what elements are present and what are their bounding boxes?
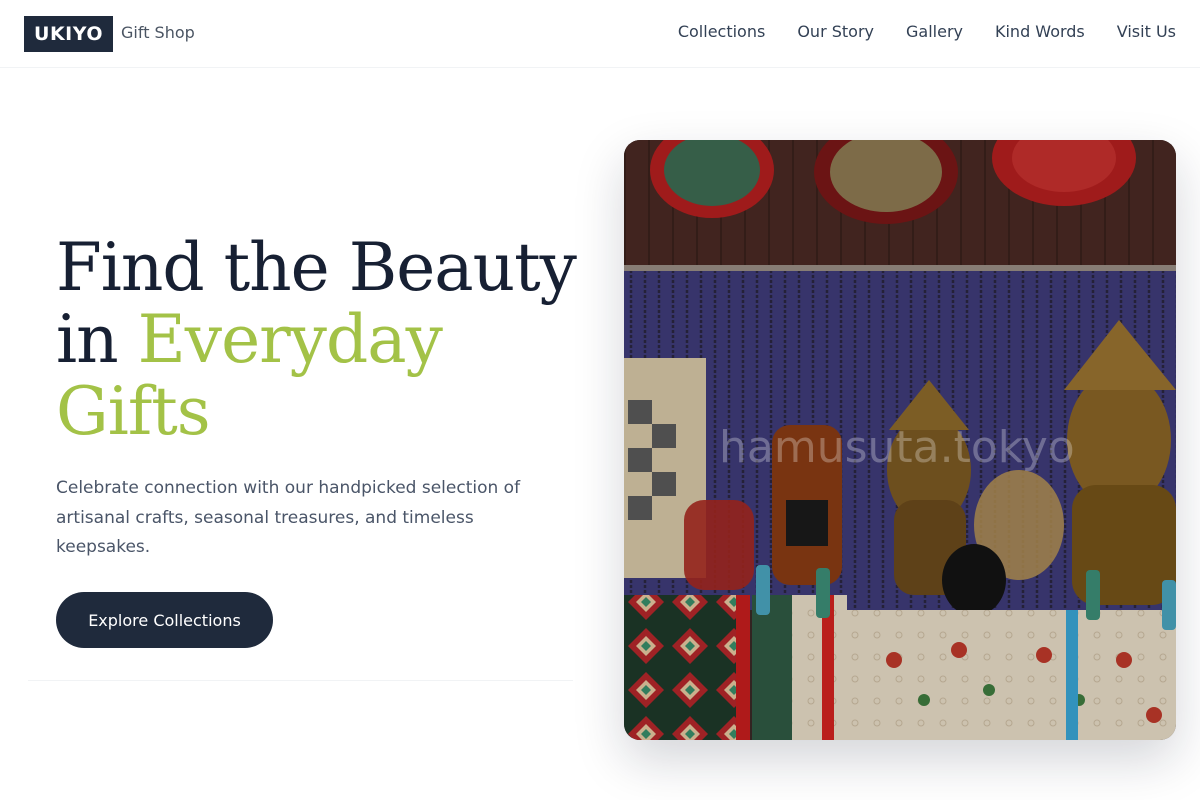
site-header: UKIYO Gift Shop Collections Our Story Ga…: [0, 0, 1200, 68]
main-nav: Collections Our Story Gallery Kind Words…: [678, 22, 1176, 41]
divider: [28, 680, 573, 681]
explore-collections-button[interactable]: Explore Collections: [56, 592, 273, 648]
watermark-text: hamusuta.tokyo: [719, 422, 1075, 473]
hero-title-prefix: in: [56, 301, 138, 378]
hero-title-line1: Find the Beauty: [56, 229, 577, 306]
nav-link-visit-us[interactable]: Visit Us: [1117, 22, 1176, 41]
nav-link-kind-words[interactable]: Kind Words: [995, 22, 1085, 41]
hero-title: Find the Beauty in Everyday Gifts: [56, 229, 577, 448]
nav-link-gallery[interactable]: Gallery: [906, 22, 963, 41]
logo-subtitle: Gift Shop: [121, 23, 195, 42]
gift-shop-photo: hamusuta.tokyo: [624, 140, 1176, 740]
hero-subtitle: Celebrate connection with our handpicked…: [56, 478, 521, 557]
nav-link-our-story[interactable]: Our Story: [797, 22, 874, 41]
hero-image: hamusuta.tokyo: [624, 140, 1176, 740]
nav-link-collections[interactable]: Collections: [678, 22, 765, 41]
logo[interactable]: UKIYO: [24, 16, 113, 52]
